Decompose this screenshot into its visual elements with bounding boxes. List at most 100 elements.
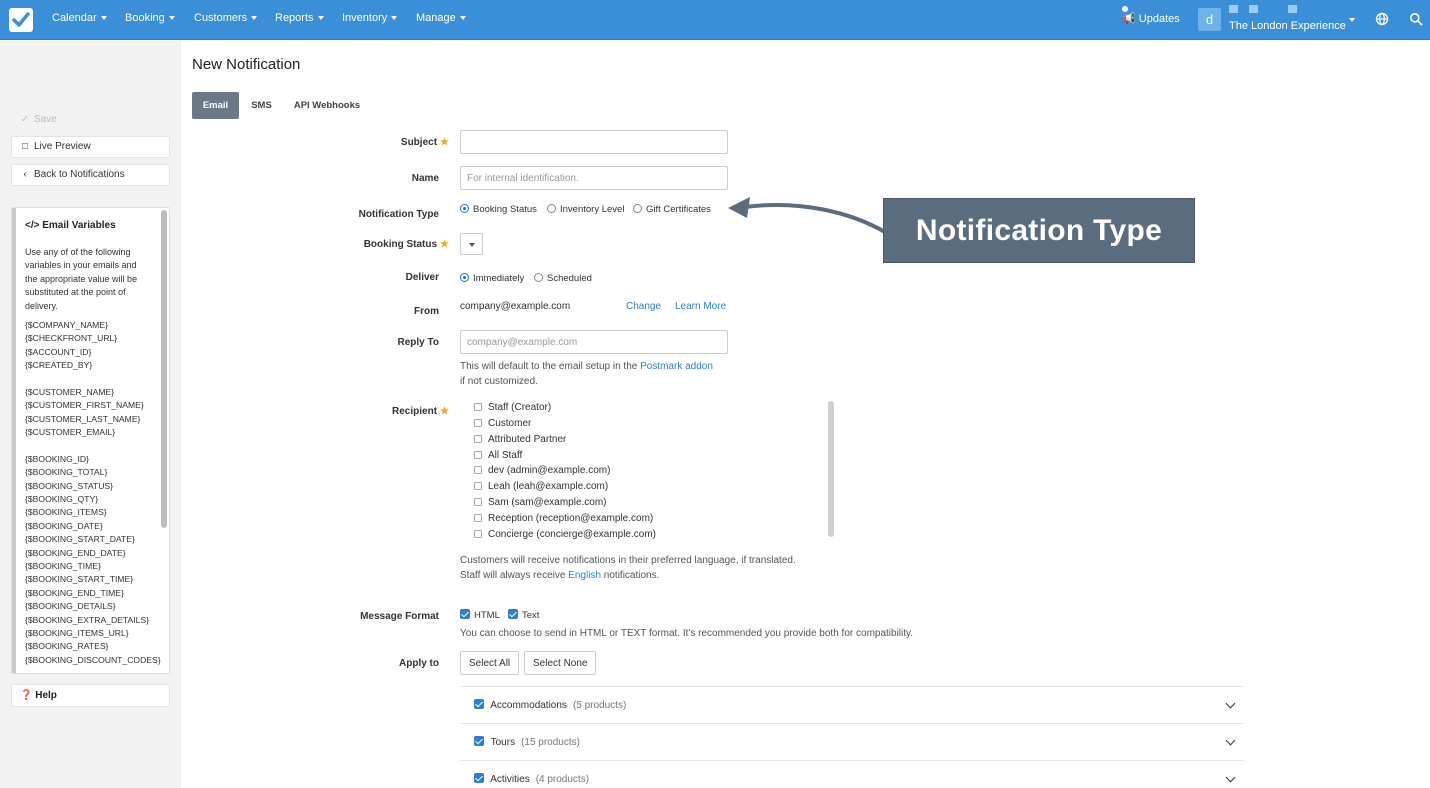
chevron-down-icon[interactable] — [1225, 698, 1236, 709]
nav-calendar[interactable]: Calendar — [52, 12, 107, 24]
variable-item[interactable]: {$BOOKING_DATE} — [25, 520, 161, 533]
nav-inventory[interactable]: Inventory — [342, 12, 398, 24]
checkbox[interactable] — [474, 482, 482, 490]
format-html-checkbox[interactable]: HTML — [460, 609, 500, 621]
checkbox-checked[interactable] — [474, 736, 484, 746]
checkbox[interactable] — [474, 466, 482, 474]
help-button[interactable]: ❓ Help — [11, 684, 170, 707]
checkbox-checked[interactable] — [460, 609, 470, 619]
variables-scrollbar[interactable] — [161, 210, 167, 528]
variable-item[interactable]: {$BOOKING_END_TIME} — [25, 587, 161, 600]
category-row-activities[interactable]: Activities (4 products) — [460, 760, 1244, 788]
variable-item[interactable]: {$COMPANY_NAME} — [25, 319, 161, 332]
checkbox[interactable] — [474, 514, 482, 522]
checkbox-checked[interactable] — [508, 609, 518, 619]
radio-booking-status[interactable]: Booking Status — [460, 204, 537, 215]
save-button[interactable]: ✓ Save — [11, 109, 170, 131]
variable-item[interactable]: {$BOOKING_DETAILS} — [25, 600, 161, 613]
checkbox[interactable] — [474, 419, 482, 427]
variable-item[interactable]: {$BOOKING_DISCOUNT_CODES} — [25, 654, 161, 667]
variable-item[interactable]: {$CHECKFRONT_URL} — [25, 332, 161, 345]
nav-reports[interactable]: Reports — [275, 12, 324, 24]
learn-more-link[interactable]: Learn More — [675, 301, 726, 312]
chevron-down-icon[interactable] — [1225, 772, 1236, 783]
variable-item[interactable]: {$CUSTOMER_LAST_NAME} — [25, 413, 161, 426]
variable-item[interactable]: {$BOOKING_ID} — [25, 453, 161, 466]
recipient-option[interactable]: dev (admin@example.com) — [474, 465, 610, 476]
variable-item[interactable]: {$BOOKING_EXTRA_DETAILS} — [25, 614, 161, 627]
recipient-option[interactable]: Reception (reception@example.com) — [474, 513, 653, 524]
variable-item[interactable]: {$CUSTOMER_FIRST_NAME} — [25, 399, 161, 412]
variable-item[interactable]: {$BOOKING_TIME} — [25, 560, 161, 573]
checkbox[interactable] — [474, 403, 482, 411]
subject-label: Subject ★ — [400, 137, 449, 148]
recipient-option[interactable]: Customer — [474, 418, 531, 429]
variable-item[interactable]: {$BOOKING_END_DATE} — [25, 547, 161, 560]
search-icon[interactable] — [1409, 12, 1423, 26]
back-to-notifications-button[interactable]: ‹ Back to Notifications — [11, 164, 170, 186]
updates-button[interactable]: 📢 Updates — [1122, 6, 1180, 25]
variable-item[interactable]: {$BOOKING_START_TIME} — [25, 573, 161, 586]
reply-to-input[interactable] — [460, 330, 728, 354]
postmark-addon-link[interactable]: Postmark addon — [640, 361, 713, 372]
tab-email[interactable]: Email — [192, 92, 239, 119]
avatar[interactable]: d — [1198, 8, 1221, 31]
radio-gift-certificates[interactable]: Gift Certificates — [633, 204, 711, 215]
checkbox[interactable] — [474, 451, 482, 459]
radio-button[interactable] — [633, 204, 642, 213]
account-name[interactable]: The London Experience — [1229, 20, 1346, 32]
nav-booking[interactable]: Booking — [125, 12, 175, 24]
radio-immediately[interactable]: Immediately — [460, 273, 524, 284]
recipient-scrollbar[interactable] — [828, 401, 834, 537]
globe-icon[interactable] — [1375, 12, 1389, 26]
category-row-tours[interactable]: Tours (15 products) — [460, 723, 1244, 760]
name-input[interactable] — [460, 166, 728, 190]
radio-button[interactable] — [534, 273, 543, 282]
variable-item[interactable]: {$BOOKING_QTY} — [25, 493, 161, 506]
variable-item[interactable]: {$ACCOUNT_ID} — [25, 346, 161, 359]
email-variables-panel[interactable]: </> Email Variables Use any of of the fo… — [11, 207, 170, 674]
variable-item[interactable]: {$BOOKING_ITEMS} — [25, 506, 161, 519]
english-link[interactable]: English — [568, 570, 601, 581]
variable-item[interactable]: {$BOOKING_TOTAL} — [25, 466, 161, 479]
checkbox-checked[interactable] — [474, 699, 484, 709]
radio-button[interactable] — [547, 204, 556, 213]
format-text-checkbox[interactable]: Text — [508, 609, 539, 621]
radio-scheduled[interactable]: Scheduled — [534, 273, 592, 284]
checkbox[interactable] — [474, 530, 482, 538]
change-link[interactable]: Change — [626, 301, 661, 312]
checkfront-logo-icon[interactable] — [9, 8, 33, 32]
booking-status-select[interactable] — [460, 233, 483, 255]
radio-button[interactable] — [460, 204, 469, 213]
select-all-button[interactable]: Select All — [460, 651, 520, 675]
nav-manage[interactable]: Manage — [416, 12, 466, 24]
recipient-option[interactable]: Concierge (concierge@example.com) — [474, 529, 656, 540]
chevron-down-icon[interactable] — [1225, 735, 1236, 746]
variable-item[interactable]: {$CREATED_BY} — [25, 359, 161, 372]
variable-item[interactable]: {$BOOKING_ITEMS_URL} — [25, 627, 161, 640]
category-row-accommodations[interactable]: Accommodations (5 products) — [460, 686, 1244, 723]
checkbox[interactable] — [474, 498, 482, 506]
checkbox[interactable] — [474, 435, 482, 443]
recipient-option[interactable]: All Staff — [474, 450, 522, 461]
variable-item[interactable]: {$BOOKING_RATES} — [25, 640, 161, 653]
tab-api-webhooks[interactable]: API Webhooks — [287, 92, 367, 119]
radio-button[interactable] — [460, 273, 469, 282]
recipient-list[interactable]: Staff (Creator) Customer Attributed Part… — [460, 399, 838, 542]
variable-item[interactable]: {$CUSTOMER_EMAIL} — [25, 426, 161, 439]
select-none-button[interactable]: Select None — [524, 651, 597, 675]
recipient-option[interactable]: Attributed Partner — [474, 434, 566, 445]
variable-item[interactable]: {$CUSTOMER_NAME} — [25, 386, 161, 399]
tab-sms[interactable]: SMS — [243, 92, 280, 119]
nav-customers[interactable]: Customers — [194, 12, 258, 24]
subject-input[interactable] — [460, 130, 728, 154]
variable-item[interactable]: {$BOOKING_STATUS} — [25, 480, 161, 493]
recipient-option[interactable]: Leah (leah@example.com) — [474, 481, 608, 492]
recipient-option[interactable]: Sam (sam@example.com) — [474, 497, 607, 508]
radio-inventory-level[interactable]: Inventory Level — [547, 204, 624, 215]
checkbox-checked[interactable] — [474, 773, 484, 783]
chevron-down-icon[interactable] — [1349, 18, 1355, 22]
live-preview-button[interactable]: □ Live Preview — [11, 136, 170, 158]
recipient-option[interactable]: Staff (Creator) — [474, 402, 551, 413]
variable-item[interactable]: {$BOOKING_START_DATE} — [25, 533, 161, 546]
